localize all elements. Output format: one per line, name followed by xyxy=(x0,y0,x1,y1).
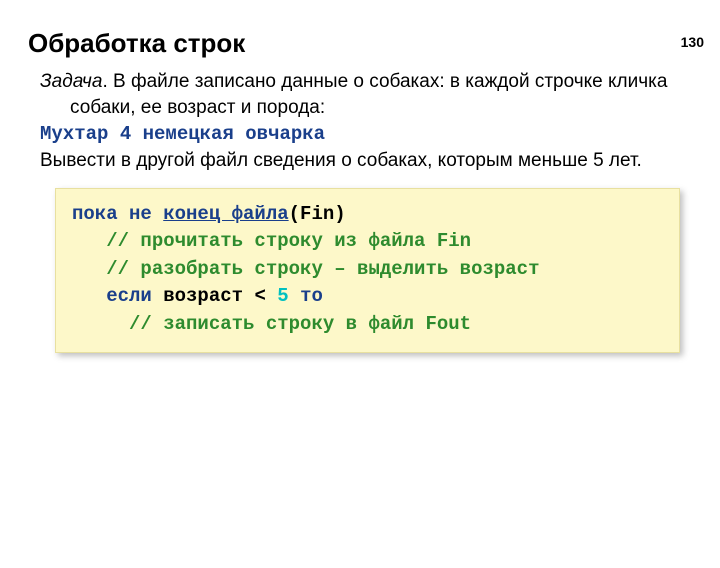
code-text xyxy=(72,285,106,307)
code-text: возраст < xyxy=(152,285,277,307)
slide-title: Обработка строк xyxy=(28,28,720,59)
code-comment: // разобрать строку – выделить возраст xyxy=(72,258,539,280)
code-comment: // прочитать строку из файла Fin xyxy=(72,230,471,252)
task-content: Задача. В файле записано данные о собака… xyxy=(40,69,680,174)
code-text xyxy=(289,285,300,307)
task-label: Задача xyxy=(40,71,102,92)
code-func: конец файла xyxy=(163,203,288,225)
task-desc-1: . В файле записано данные о собаках: в к… xyxy=(70,71,667,118)
code-comment: // записать строку в файл Fout xyxy=(72,313,471,335)
code-keyword: если xyxy=(106,285,152,307)
code-keyword: пока не xyxy=(72,203,163,225)
task-paragraph-2: Вывести в другой файл сведения о собаках… xyxy=(40,148,680,174)
code-text: (Fin) xyxy=(289,203,346,225)
example-line: Мухтар 4 немецкая овчарка xyxy=(40,122,680,148)
page-number: 130 xyxy=(681,34,704,50)
code-box: пока не конец файла(Fin) // прочитать ст… xyxy=(55,188,680,354)
task-paragraph-1: Задача. В файле записано данные о собака… xyxy=(40,69,680,120)
code-keyword: то xyxy=(300,285,323,307)
code-number: 5 xyxy=(277,285,288,307)
